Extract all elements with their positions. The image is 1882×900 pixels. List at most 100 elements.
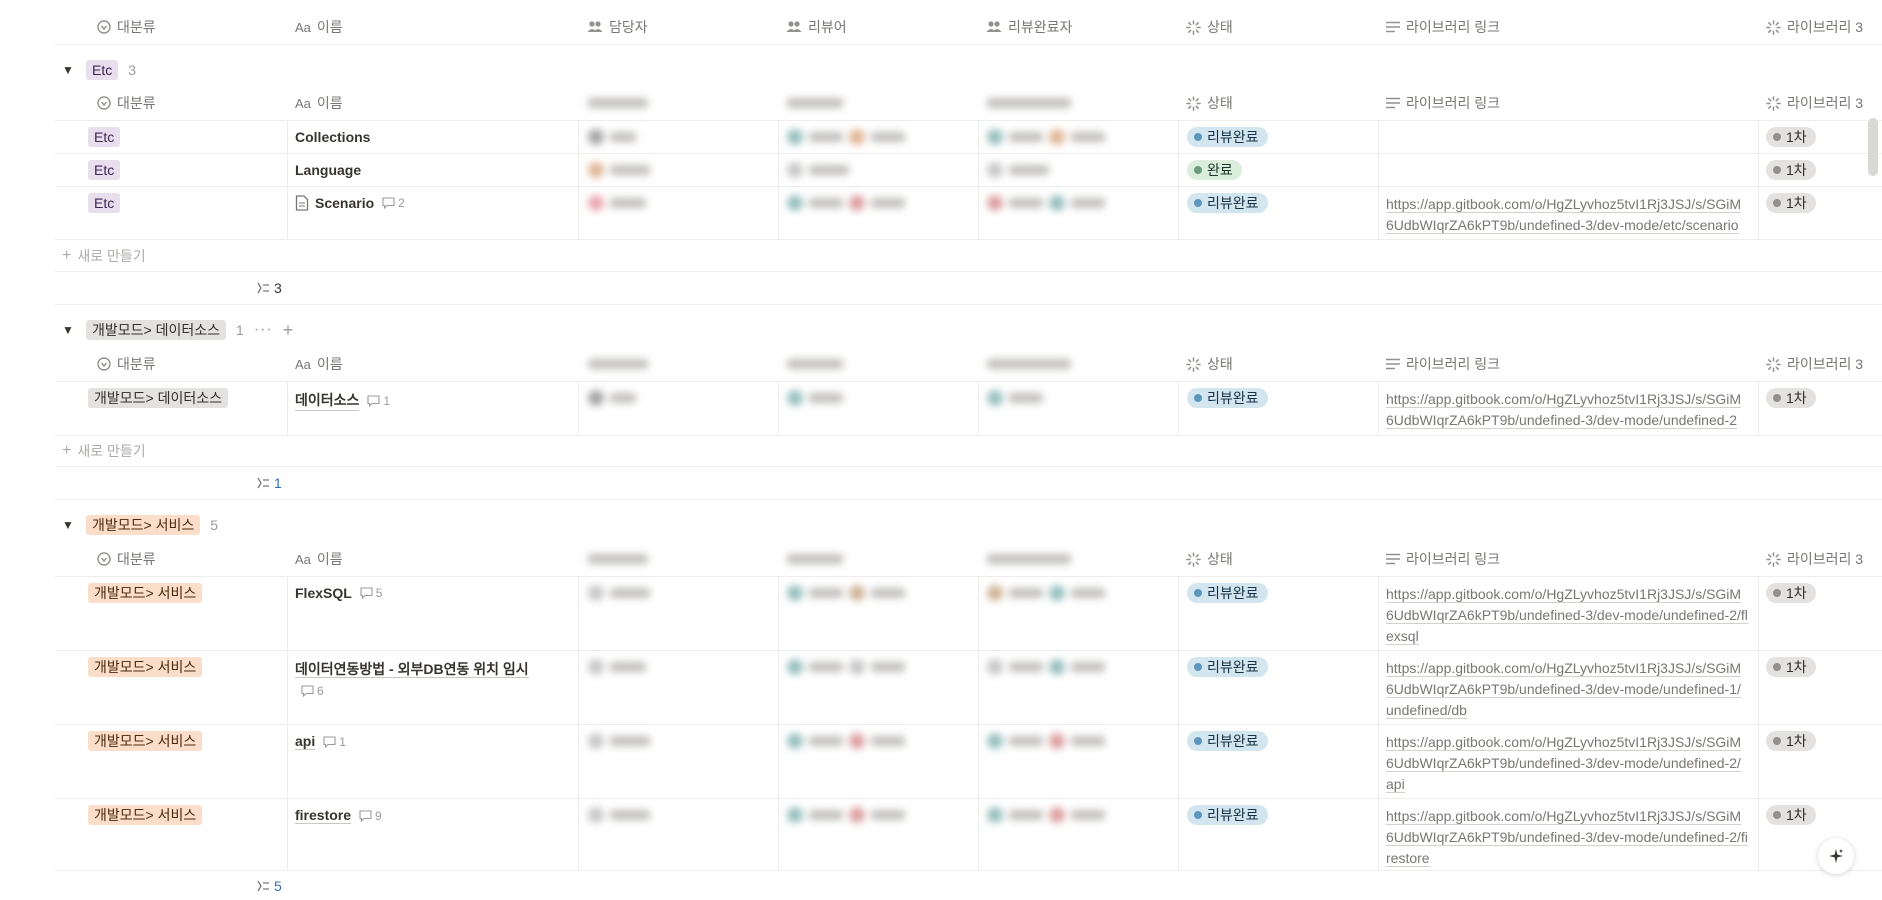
- row-name[interactable]: Language: [295, 162, 361, 178]
- header-name[interactable]: Aa 이름: [295, 549, 343, 569]
- row-name[interactable]: 데이터소스 1: [295, 390, 390, 411]
- status-cell[interactable]: 리뷰완료: [1187, 731, 1268, 751]
- vertical-scrollbar-thumb[interactable]: [1868, 118, 1878, 176]
- category-tag[interactable]: Etc: [88, 160, 121, 180]
- group-header-datasource[interactable]: ▼ 개발모드> 데이터소스 1 ··· +: [62, 319, 293, 341]
- header-assignee[interactable]: 담당자: [587, 17, 648, 37]
- header-status[interactable]: 상태: [1186, 354, 1233, 374]
- header-name[interactable]: Aa 이름: [295, 17, 343, 37]
- header-category[interactable]: 대분류: [97, 93, 156, 113]
- calculation-summary[interactable]: 5: [256, 878, 282, 894]
- row-name[interactable]: Collections: [295, 129, 370, 145]
- round-cell[interactable]: 1차: [1766, 805, 1816, 825]
- header-review-done-blurred: [987, 98, 1071, 108]
- comment-count[interactable]: 1: [367, 394, 390, 408]
- row-name-text: Scenario: [315, 195, 375, 211]
- status-pill: 리뷰완료: [1187, 583, 1268, 603]
- library-link[interactable]: https://app.gitbook.com/o/HgZLyvhoz5tvI1…: [1386, 806, 1748, 869]
- library-link[interactable]: https://app.gitbook.com/o/HgZLyvhoz5tvI1…: [1386, 389, 1748, 431]
- review-done-blurred: [987, 659, 1105, 675]
- row-name[interactable]: api 1: [295, 733, 346, 750]
- comment-count[interactable]: 2: [382, 196, 405, 210]
- status-pill-label: 리뷰완료: [1207, 129, 1259, 145]
- status-icon: [1766, 551, 1781, 567]
- header-library-round[interactable]: 라이브러리 3: [1766, 93, 1882, 113]
- status-cell[interactable]: 완료: [1187, 160, 1242, 180]
- header-library-link[interactable]: 라이브러리 링크: [1386, 93, 1500, 113]
- comment-count[interactable]: 9: [359, 809, 382, 823]
- header-status[interactable]: 상태: [1186, 93, 1233, 113]
- category-tag[interactable]: 개발모드> 서비스: [88, 731, 203, 751]
- header-category[interactable]: 대분류: [97, 354, 156, 374]
- round-cell[interactable]: 1차: [1766, 657, 1816, 677]
- new-row-button[interactable]: + 새로 만들기: [62, 246, 146, 266]
- category-tag[interactable]: 개발모드> 데이터소스: [88, 388, 228, 408]
- new-row-button[interactable]: + 새로 만들기: [62, 441, 146, 461]
- status-cell[interactable]: 리뷰완료: [1187, 127, 1268, 147]
- group-count: 5: [210, 517, 219, 533]
- category-tag[interactable]: 개발모드> 서비스: [88, 805, 203, 825]
- row-name[interactable]: FlexSQL 5: [295, 585, 382, 601]
- collapse-triangle-icon[interactable]: ▼: [62, 323, 76, 337]
- round-cell[interactable]: 1차: [1766, 160, 1816, 180]
- table-row[interactable]: Etc: [88, 127, 121, 147]
- header-status[interactable]: 상태: [1186, 17, 1233, 37]
- header-library-link[interactable]: 라이브러리 링크: [1386, 354, 1500, 374]
- category-tag[interactable]: 개발모드> 서비스: [88, 583, 203, 603]
- collapse-triangle-icon[interactable]: ▼: [62, 63, 76, 77]
- group-header-etc[interactable]: ▼ Etc 3: [62, 59, 136, 81]
- header-category[interactable]: 대분류: [97, 17, 156, 37]
- category-tag[interactable]: 개발모드> 서비스: [88, 657, 203, 677]
- round-cell[interactable]: 1차: [1766, 583, 1816, 603]
- calculation-summary[interactable]: 1: [256, 475, 282, 491]
- header-category[interactable]: 대분류: [97, 549, 156, 569]
- add-icon[interactable]: +: [283, 320, 294, 341]
- header-library-link[interactable]: 라이브러리 링크: [1386, 17, 1500, 37]
- header-library-round[interactable]: 라이브러리 3: [1766, 549, 1882, 569]
- row-name[interactable]: firestore 9: [295, 807, 382, 824]
- header-reviewer[interactable]: 리뷰어: [786, 17, 847, 37]
- comment-count[interactable]: 1: [323, 735, 346, 749]
- more-options-icon[interactable]: ···: [254, 321, 273, 339]
- table-row[interactable]: 개발모드> 서비스: [88, 731, 203, 751]
- row-name[interactable]: Scenario 2: [295, 195, 405, 211]
- round-cell[interactable]: 1차: [1766, 388, 1816, 408]
- status-cell[interactable]: 리뷰완료: [1187, 193, 1268, 213]
- header-status[interactable]: 상태: [1186, 549, 1233, 569]
- library-link[interactable]: https://app.gitbook.com/o/HgZLyvhoz5tvI1…: [1386, 658, 1748, 721]
- library-link[interactable]: https://app.gitbook.com/o/HgZLyvhoz5tvI1…: [1386, 584, 1748, 647]
- header-name[interactable]: Aa 이름: [295, 93, 343, 113]
- collapse-triangle-icon[interactable]: ▼: [62, 518, 76, 532]
- status-cell[interactable]: 리뷰완료: [1187, 805, 1268, 825]
- comment-count[interactable]: 6: [301, 681, 324, 701]
- round-cell[interactable]: 1차: [1766, 193, 1816, 213]
- calculation-summary[interactable]: 3: [256, 280, 282, 296]
- header-library-link[interactable]: 라이브러리 링크: [1386, 549, 1500, 569]
- header-library-round[interactable]: 라이브러리 3: [1766, 354, 1882, 374]
- status-cell[interactable]: 리뷰완료: [1187, 583, 1268, 603]
- table-row[interactable]: 개발모드> 서비스: [88, 657, 203, 677]
- library-link[interactable]: https://app.gitbook.com/o/HgZLyvhoz5tvI1…: [1386, 194, 1748, 236]
- status-icon: [1186, 19, 1201, 35]
- row-name[interactable]: 데이터연동방법 - 외부DB연동 위치 임시 6: [295, 659, 565, 702]
- table-row[interactable]: 개발모드> 서비스: [88, 805, 203, 825]
- header-name[interactable]: Aa 이름: [295, 354, 343, 374]
- group-header-service[interactable]: ▼ 개발모드> 서비스 5: [62, 514, 218, 536]
- header-review-done[interactable]: 리뷰완료자: [986, 17, 1072, 37]
- table-row[interactable]: Etc: [88, 160, 121, 180]
- status-cell[interactable]: 리뷰완료: [1187, 657, 1268, 677]
- status-pill-label: 리뷰완료: [1207, 585, 1259, 601]
- status-cell[interactable]: 리뷰완료: [1187, 388, 1268, 408]
- category-tag[interactable]: Etc: [88, 127, 121, 147]
- library-link[interactable]: https://app.gitbook.com/o/HgZLyvhoz5tvI1…: [1386, 732, 1748, 795]
- table-row[interactable]: 개발모드> 데이터소스: [88, 388, 228, 408]
- round-cell[interactable]: 1차: [1766, 731, 1816, 751]
- text-lines-icon: [1386, 97, 1400, 109]
- table-row[interactable]: Etc: [88, 193, 121, 213]
- comment-count[interactable]: 5: [360, 586, 382, 600]
- header-library-round[interactable]: 라이브러리 3: [1766, 17, 1882, 37]
- table-row[interactable]: 개발모드> 서비스: [88, 583, 203, 603]
- category-tag[interactable]: Etc: [88, 193, 121, 213]
- round-cell[interactable]: 1차: [1766, 127, 1816, 147]
- ai-assistant-button[interactable]: [1818, 838, 1854, 874]
